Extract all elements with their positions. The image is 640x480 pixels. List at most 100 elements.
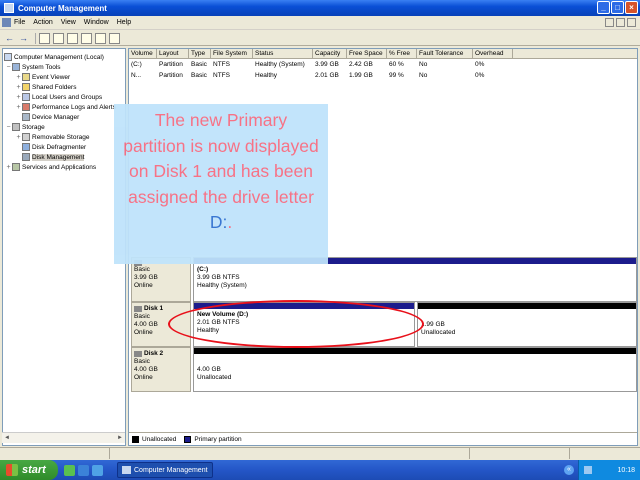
taskbar: start Computer Management « EN 10:18 <box>0 460 640 480</box>
menu-file[interactable]: File <box>2 18 25 27</box>
tools-icon <box>12 63 20 71</box>
up-folder-icon[interactable] <box>39 32 50 44</box>
start-button[interactable]: start <box>0 460 58 480</box>
expand-icon[interactable]: + <box>15 134 22 141</box>
column-free-space[interactable]: Free Space <box>347 49 387 58</box>
table-row[interactable]: (C:) Partition Basic NTFS Healthy (Syste… <box>129 60 637 70</box>
volume-list-header: Volume Layout Type File System Status Ca… <box>129 49 637 59</box>
menu-action[interactable]: Action <box>33 19 52 26</box>
shared-folder-icon <box>22 83 30 91</box>
column-type[interactable]: Type <box>189 49 211 58</box>
expand-icon[interactable]: + <box>5 164 12 171</box>
expand-icon[interactable]: + <box>15 84 22 91</box>
column-volume[interactable]: Volume <box>129 49 157 58</box>
properties-icon[interactable] <box>67 32 78 44</box>
internet-explorer-icon[interactable] <box>78 464 89 476</box>
taskbar-item-computer-management[interactable]: Computer Management <box>117 462 213 478</box>
expand-icon[interactable]: + <box>15 104 22 111</box>
tree-item-shared-folders[interactable]: + Shared Folders <box>15 82 76 92</box>
tree-item-computer-management[interactable]: Computer Management (Local) <box>4 52 104 62</box>
column-percent-free[interactable]: % Free <box>387 49 417 58</box>
tray-icon[interactable] <box>584 466 592 474</box>
users-icon <box>22 93 30 101</box>
window-controls: _ □ × <box>597 1 638 14</box>
help-icon[interactable] <box>81 32 92 44</box>
collapse-icon[interactable]: − <box>5 64 12 71</box>
disk-icon <box>134 351 142 357</box>
tree-horizontal-scrollbar[interactable]: ◄ ► <box>2 432 125 443</box>
tutorial-callout: The new Primary partition is now display… <box>114 104 328 264</box>
defragmenter-icon <box>22 143 30 151</box>
callout-drive-letter: D: <box>209 212 228 232</box>
expand-tray-icon[interactable]: « <box>564 465 574 475</box>
computer-management-icon <box>122 466 131 474</box>
tree-item-disk-management[interactable]: Disk Management <box>15 152 85 162</box>
status-bar <box>0 447 640 459</box>
file-menu-icon <box>2 18 11 27</box>
status-pane <box>110 448 470 459</box>
window-title: Computer Management <box>18 3 107 13</box>
status-pane <box>470 448 570 459</box>
maximize-button[interactable]: □ <box>611 1 624 14</box>
windows-flag-icon <box>6 464 18 476</box>
tree-item-disk-defragmenter[interactable]: Disk Defragmenter <box>15 142 86 152</box>
child-minimize-icon[interactable] <box>605 18 614 27</box>
child-restore-icon[interactable] <box>616 18 625 27</box>
column-layout[interactable]: Layout <box>157 49 189 58</box>
disk-2-label[interactable]: Disk 2 Basic 4.00 GB Online <box>131 347 191 392</box>
minimize-button[interactable]: _ <box>597 1 610 14</box>
window-titlebar[interactable]: Computer Management _ □ × <box>0 0 640 16</box>
tree-item-services-applications[interactable]: + Services and Applications <box>5 162 96 172</box>
tree-item-device-manager[interactable]: Device Manager <box>15 112 79 122</box>
console-tree[interactable]: Computer Management (Local) − System Too… <box>2 48 126 446</box>
menu-help[interactable]: Help <box>117 19 131 26</box>
column-fault-tolerance[interactable]: Fault Tolerance <box>417 49 473 58</box>
tree-item-performance-logs[interactable]: + Performance Logs and Alerts <box>15 102 116 112</box>
media-player-icon[interactable] <box>92 464 103 476</box>
quick-launch <box>64 464 103 476</box>
menu-view[interactable]: View <box>61 19 76 26</box>
event-viewer-icon <box>22 73 30 81</box>
settings-icon[interactable] <box>109 32 120 44</box>
scroll-left-icon[interactable]: ◄ <box>4 435 10 441</box>
partition-unallocated-disk-2[interactable]: 4.00 GB Unallocated <box>193 347 637 392</box>
disk-management-icon <box>22 153 30 161</box>
child-window-controls <box>605 18 636 27</box>
highlight-oval <box>168 300 424 348</box>
export-list-icon[interactable] <box>95 32 106 44</box>
storage-icon <box>12 123 20 131</box>
show-hide-tree-icon[interactable] <box>53 32 64 44</box>
tree-item-event-viewer[interactable]: + Event Viewer <box>15 72 70 82</box>
status-pane <box>0 448 110 459</box>
show-desktop-icon[interactable] <box>64 464 75 476</box>
computer-management-icon <box>4 3 14 13</box>
disk-icon <box>134 306 142 312</box>
forward-arrow-icon[interactable]: → <box>18 33 29 44</box>
system-tray: 10:18 <box>578 460 640 480</box>
close-button[interactable]: × <box>625 1 638 14</box>
expand-icon[interactable]: + <box>15 94 22 101</box>
legend-primary-partition: Primary partition <box>184 436 242 443</box>
menu-window[interactable]: Window <box>84 19 109 26</box>
performance-icon <box>22 103 30 111</box>
scroll-right-icon[interactable]: ► <box>117 435 123 441</box>
column-overhead[interactable]: Overhead <box>473 49 513 58</box>
tree-item-storage[interactable]: − Storage <box>5 122 45 132</box>
device-manager-icon <box>22 113 30 121</box>
toolbar-separator <box>35 32 36 44</box>
expand-icon[interactable]: + <box>15 74 22 81</box>
column-file-system[interactable]: File System <box>211 49 253 58</box>
clock[interactable]: 10:18 <box>617 467 635 474</box>
child-close-icon[interactable] <box>627 18 636 27</box>
collapse-icon[interactable]: − <box>5 124 12 131</box>
tree-item-system-tools[interactable]: − System Tools <box>5 62 61 72</box>
disk-2-row[interactable]: Disk 2 Basic 4.00 GB Online 4.00 GB Unal… <box>131 347 637 392</box>
column-capacity[interactable]: Capacity <box>313 49 347 58</box>
back-arrow-icon[interactable]: ← <box>4 33 15 44</box>
tree-item-removable-storage[interactable]: + Removable Storage <box>15 132 89 142</box>
legend-unallocated: Unallocated <box>132 436 176 443</box>
table-row[interactable]: N... Partition Basic NTFS Healthy 2.01 G… <box>129 71 637 81</box>
column-status[interactable]: Status <box>253 49 313 58</box>
partition-unallocated-disk-1[interactable]: 1.99 GB Unallocated <box>417 302 637 347</box>
tree-item-local-users[interactable]: + Local Users and Groups <box>15 92 102 102</box>
